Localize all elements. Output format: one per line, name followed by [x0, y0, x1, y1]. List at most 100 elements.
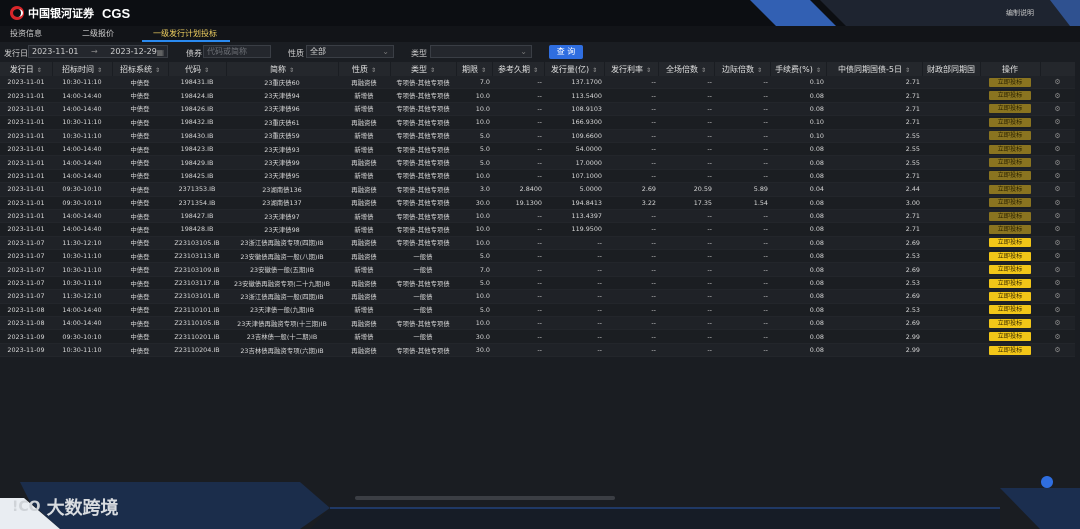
column-header[interactable]: 招标系统 ⇕ [112, 62, 169, 76]
sort-icon[interactable]: ⇕ [430, 67, 435, 74]
gear-icon[interactable]: ⚙ [1054, 78, 1060, 86]
column-header[interactable]: 招标时间 ⇕ [52, 62, 113, 76]
row-settings-cell[interactable]: ⚙ [1040, 182, 1075, 197]
table-cell[interactable]: 立即投标 [980, 316, 1040, 331]
bond-search-input[interactable]: 代码或简称 [203, 45, 271, 58]
sort-icon[interactable]: ⇕ [37, 67, 42, 74]
row-settings-cell[interactable]: ⚙ [1040, 316, 1075, 331]
bid-now-button[interactable]: 立即投标 [989, 305, 1031, 315]
bid-now-button[interactable]: 立即投标 [989, 211, 1031, 221]
row-settings-cell[interactable]: ⚙ [1040, 88, 1075, 103]
bid-now-button[interactable]: 立即投标 [989, 158, 1031, 168]
row-settings-cell[interactable]: ⚙ [1040, 289, 1075, 304]
gear-icon[interactable]: ⚙ [1054, 279, 1060, 287]
column-header[interactable]: 期限 ⇕ [456, 62, 493, 76]
row-settings-cell[interactable]: ⚙ [1040, 115, 1075, 130]
gear-icon[interactable]: ⚙ [1054, 346, 1060, 354]
table-cell[interactable]: 立即投标 [980, 249, 1040, 264]
column-header[interactable]: 边际倍数 ⇕ [714, 62, 771, 76]
gear-icon[interactable]: ⚙ [1054, 252, 1060, 260]
row-settings-cell[interactable]: ⚙ [1040, 169, 1075, 184]
row-settings-cell[interactable]: ⚙ [1040, 249, 1075, 264]
sort-icon[interactable]: ⇕ [905, 67, 910, 74]
row-settings-cell[interactable]: ⚙ [1040, 142, 1075, 157]
bid-now-button[interactable]: 立即投标 [989, 131, 1031, 141]
column-header[interactable]: 参考久期 ⇕ [492, 62, 545, 76]
bid-now-button[interactable]: 立即投标 [989, 104, 1031, 114]
sort-icon[interactable]: ⇕ [701, 67, 706, 74]
row-settings-cell[interactable]: ⚙ [1040, 236, 1075, 251]
date-from[interactable]: 2023-11-01 [32, 47, 79, 56]
gear-icon[interactable]: ⚙ [1054, 118, 1060, 126]
gear-icon[interactable]: ⚙ [1054, 306, 1060, 314]
table-cell[interactable]: 立即投标 [980, 88, 1040, 103]
gear-icon[interactable]: ⚙ [1054, 319, 1060, 327]
gear-icon[interactable]: ⚙ [1054, 199, 1060, 207]
table-cell[interactable]: 立即投标 [980, 289, 1040, 304]
gear-icon[interactable]: ⚙ [1054, 132, 1060, 140]
sort-icon[interactable]: ⇕ [289, 67, 294, 74]
row-settings-cell[interactable]: ⚙ [1040, 102, 1075, 117]
sort-icon[interactable]: ⇕ [592, 67, 597, 74]
column-header[interactable]: 中债同期国债-5日 ⇕ [826, 62, 923, 76]
bid-now-button[interactable]: 立即投标 [989, 198, 1031, 208]
table-cell[interactable]: 立即投标 [980, 222, 1040, 237]
row-settings-cell[interactable]: ⚙ [1040, 155, 1075, 170]
column-header[interactable]: 发行利率 ⇕ [604, 62, 659, 76]
header-help-link[interactable]: 编制说明 [1006, 8, 1034, 18]
table-cell[interactable]: 立即投标 [980, 142, 1040, 157]
gear-icon[interactable]: ⚙ [1054, 292, 1060, 300]
table-cell[interactable]: 立即投标 [980, 102, 1040, 117]
bid-now-button[interactable]: 立即投标 [989, 251, 1031, 261]
bid-now-button[interactable]: 立即投标 [989, 144, 1031, 154]
gear-icon[interactable]: ⚙ [1054, 172, 1060, 180]
column-header[interactable]: 性质 ⇕ [338, 62, 391, 76]
floating-action-dot[interactable] [1041, 476, 1053, 488]
table-cell[interactable]: 立即投标 [980, 129, 1040, 143]
bid-now-button[interactable]: 立即投标 [989, 345, 1031, 355]
table-cell[interactable]: 立即投标 [980, 236, 1040, 251]
bid-now-button[interactable]: 立即投标 [989, 265, 1031, 275]
bid-now-button[interactable]: 立即投标 [989, 77, 1031, 87]
table-cell[interactable]: 立即投标 [980, 329, 1040, 344]
gear-icon[interactable]: ⚙ [1054, 92, 1060, 100]
row-settings-cell[interactable]: ⚙ [1040, 343, 1075, 358]
sort-icon[interactable]: ⇕ [816, 67, 821, 74]
gear-icon[interactable]: ⚙ [1054, 225, 1060, 233]
query-button[interactable]: 查 询 [549, 45, 583, 59]
column-header[interactable]: 发行日 ⇕ [0, 62, 53, 76]
bid-now-button[interactable]: 立即投标 [989, 171, 1031, 181]
table-cell[interactable]: 立即投标 [980, 303, 1040, 318]
row-settings-cell[interactable]: ⚙ [1040, 329, 1075, 344]
row-settings-cell[interactable]: ⚙ [1040, 76, 1075, 90]
table-cell[interactable]: 立即投标 [980, 182, 1040, 197]
table-cell[interactable]: 立即投标 [980, 76, 1040, 90]
gear-icon[interactable]: ⚙ [1054, 212, 1060, 220]
bid-now-button[interactable]: 立即投标 [989, 184, 1031, 194]
gear-icon[interactable]: ⚙ [1054, 105, 1060, 113]
sort-icon[interactable]: ⇕ [97, 67, 102, 74]
gear-icon[interactable]: ⚙ [1054, 239, 1060, 247]
sort-icon[interactable]: ⇕ [204, 67, 209, 74]
row-settings-cell[interactable]: ⚙ [1040, 303, 1075, 318]
row-settings-cell[interactable]: ⚙ [1040, 129, 1075, 143]
gear-icon[interactable]: ⚙ [1054, 333, 1060, 341]
sort-icon[interactable]: ⇕ [371, 67, 376, 74]
bid-now-button[interactable]: 立即投标 [989, 291, 1031, 301]
table-cell[interactable]: 立即投标 [980, 343, 1040, 358]
row-settings-cell[interactable]: ⚙ [1040, 209, 1075, 224]
column-header[interactable]: 发行量(亿) ⇕ [544, 62, 605, 76]
gear-icon[interactable]: ⚙ [1054, 159, 1060, 167]
gear-icon[interactable]: ⚙ [1054, 185, 1060, 193]
table-cell[interactable]: 立即投标 [980, 276, 1040, 291]
row-settings-cell[interactable]: ⚙ [1040, 262, 1075, 277]
column-header[interactable]: 类型 ⇕ [390, 62, 457, 76]
bid-now-button[interactable]: 立即投标 [989, 224, 1031, 234]
bid-now-button[interactable]: 立即投标 [989, 318, 1031, 328]
column-header[interactable]: 手续费(%) ⇕ [770, 62, 827, 76]
type-select[interactable]: ⌄ [430, 45, 532, 58]
horizontal-scrollbar[interactable] [355, 496, 615, 500]
table-cell[interactable]: 立即投标 [980, 209, 1040, 224]
bid-now-button[interactable]: 立即投标 [989, 91, 1031, 101]
gear-icon[interactable]: ⚙ [1054, 266, 1060, 274]
